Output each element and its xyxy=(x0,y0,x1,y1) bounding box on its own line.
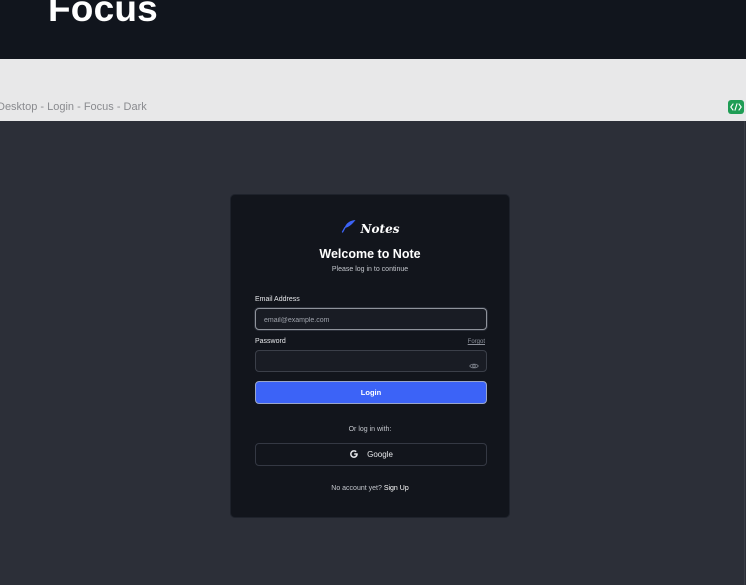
top-banner: Focus xyxy=(0,0,746,59)
password-field-container xyxy=(255,350,487,373)
feather-icon xyxy=(341,219,357,238)
brand: Notes xyxy=(231,219,509,238)
welcome-heading: Welcome to Note xyxy=(319,247,421,261)
signup-link[interactable]: Sign Up xyxy=(384,485,409,492)
signup-prompt: No account yet? xyxy=(331,485,382,492)
password-field[interactable] xyxy=(256,352,486,373)
google-icon xyxy=(349,446,359,464)
signup-row: No account yet? Sign Up xyxy=(231,485,509,492)
email-label: Email Address xyxy=(255,296,300,303)
login-card: Notes Welcome to Note Please log in to c… xyxy=(230,194,510,518)
login-button[interactable]: Login xyxy=(255,381,487,404)
email-field-container xyxy=(255,308,487,331)
password-label: Password xyxy=(255,338,286,345)
google-login-button[interactable]: Google xyxy=(255,443,487,466)
forgot-password-link[interactable]: Forgot xyxy=(468,339,485,345)
banner-title: Focus xyxy=(48,0,158,29)
frame-label: Desktop - Login - Focus - Dark xyxy=(0,101,147,113)
social-divider: Or log in with: xyxy=(348,426,392,433)
eye-icon[interactable] xyxy=(469,357,479,369)
welcome-subtitle: Please log in to continue xyxy=(331,266,409,273)
email-field[interactable] xyxy=(256,310,486,331)
brand-name: Notes xyxy=(360,221,400,236)
google-label: Google xyxy=(367,450,393,459)
code-icon[interactable] xyxy=(728,100,744,114)
